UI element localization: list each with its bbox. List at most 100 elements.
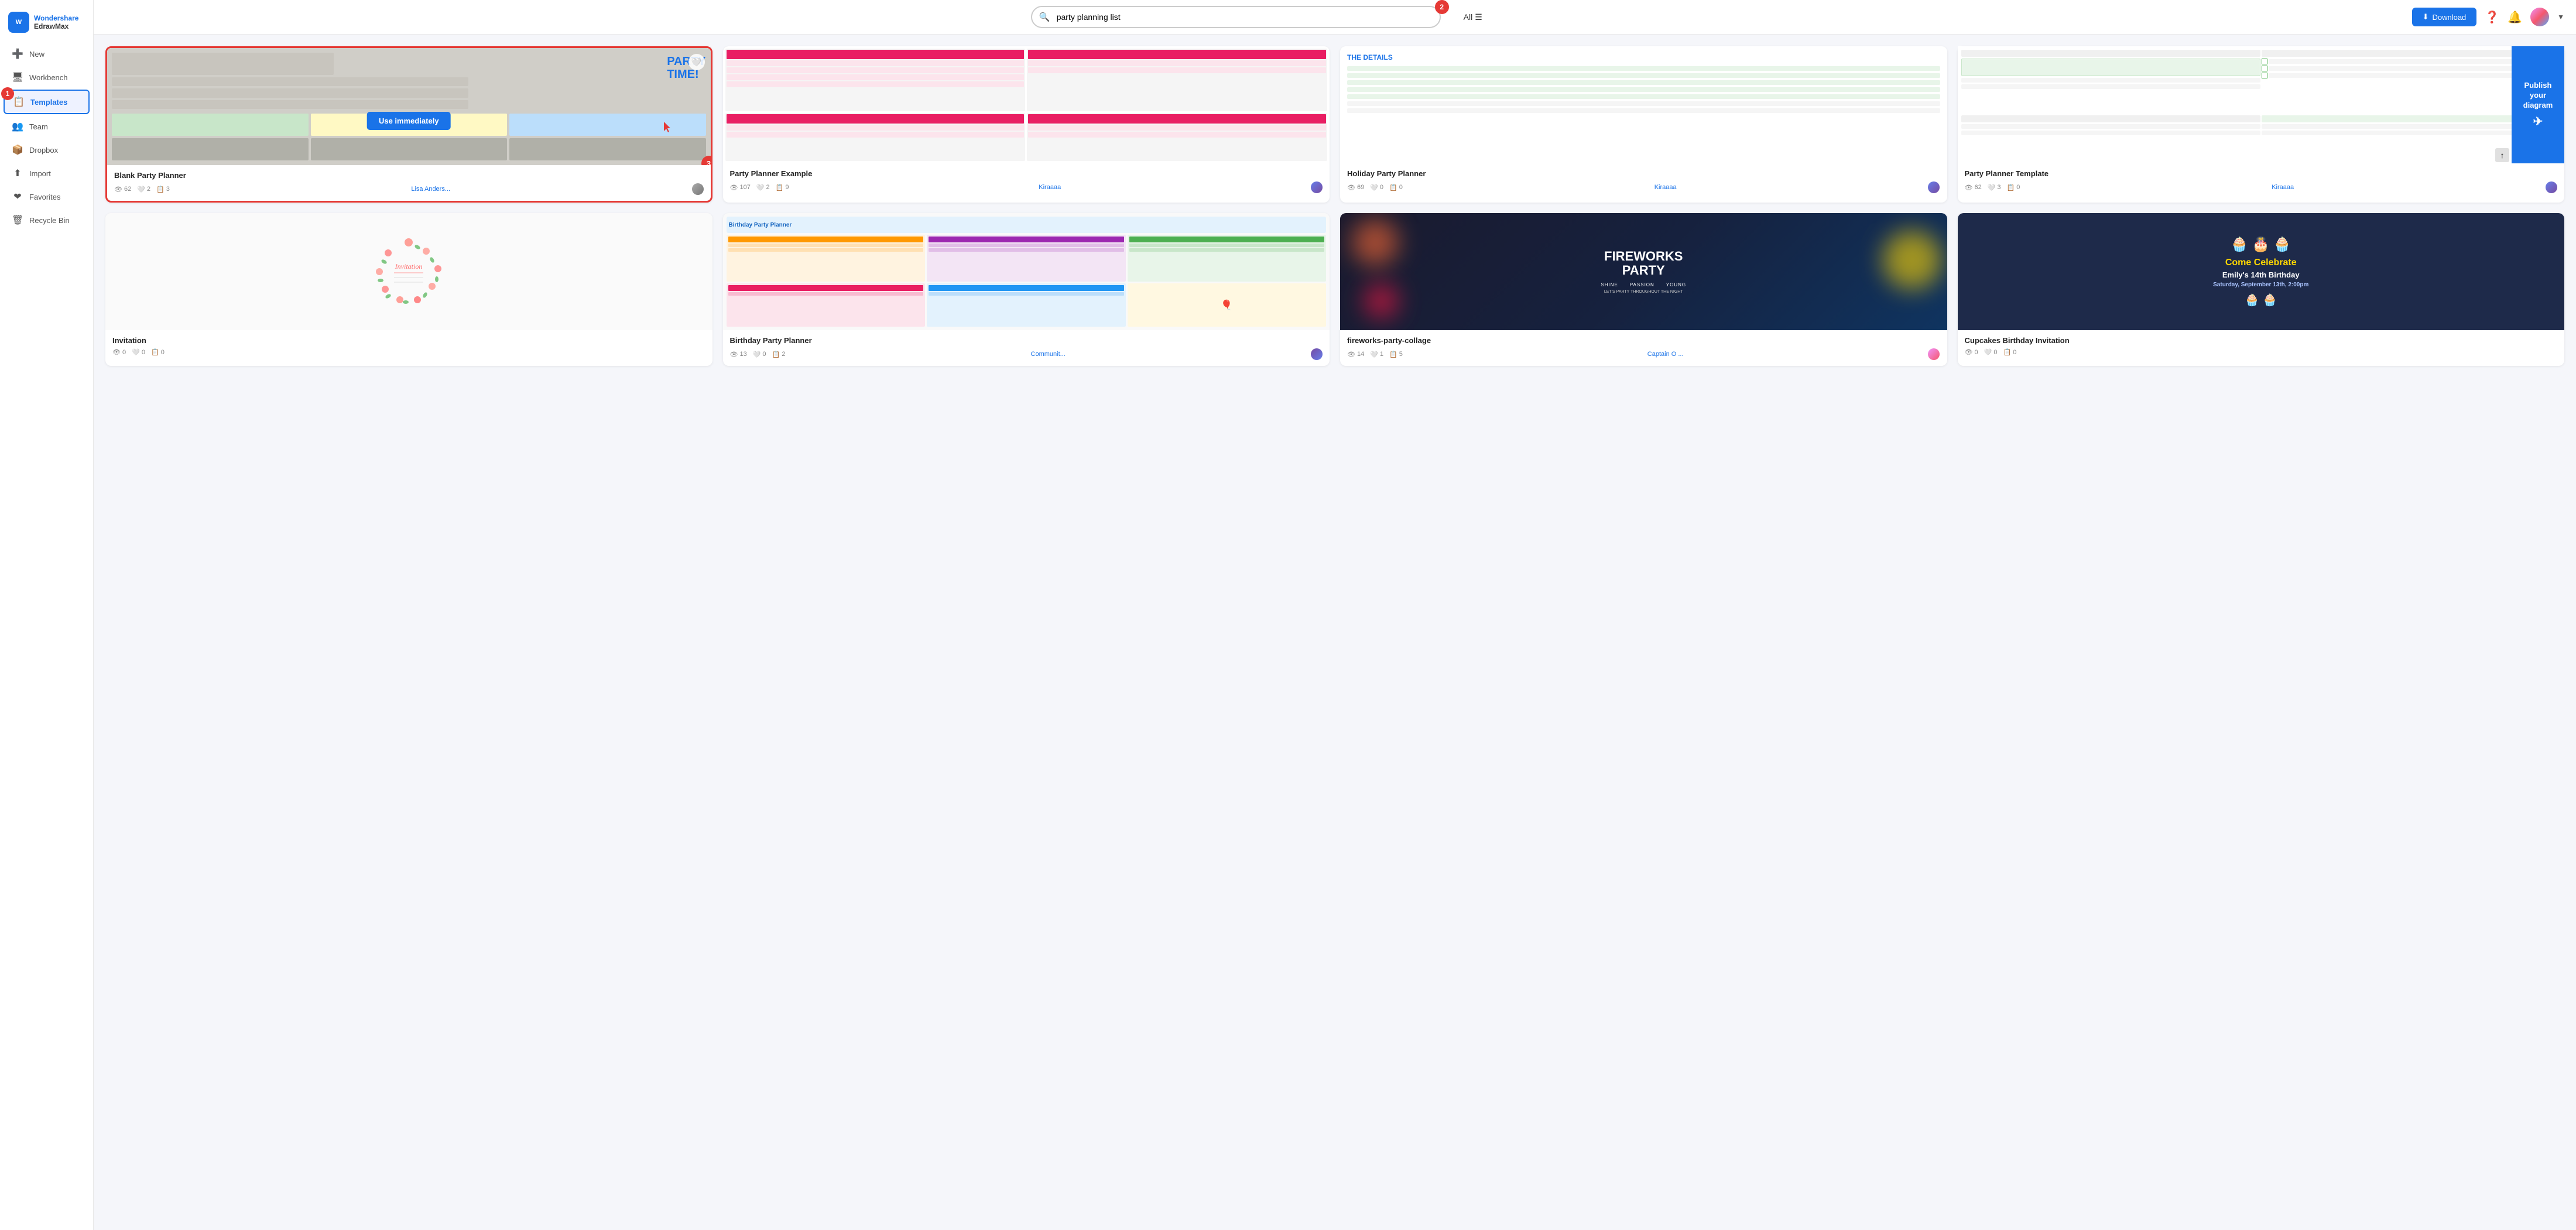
views-count: 👁 69 [1347, 184, 1364, 191]
card-info: Party Planner Template 👁 62 🤍 3 📋 0 Kira… [1958, 163, 2565, 199]
card-title: Birthday Party Planner [730, 336, 1323, 345]
sidebar-item-dropbox[interactable]: 📦 Dropbox [4, 139, 90, 161]
views-count: 👁 107 [730, 184, 751, 191]
publish-overlay[interactable]: Publish your diagram ✈ [2512, 46, 2564, 163]
copies-count: 📋 9 [776, 184, 789, 191]
template-card-blank-party-planner[interactable]: PARTYTIME! 🤍 Use immediately 3 Blank Par… [105, 46, 712, 203]
party-example-preview [723, 46, 1330, 163]
sidebar-item-recycle[interactable]: 🗑 Recycle Bin [4, 209, 90, 231]
sidebar-item-team[interactable]: 👥 Team [4, 115, 90, 138]
author-avatar [1928, 348, 1940, 360]
card-title: Cupcakes Birthday Invitation [1965, 336, 2558, 345]
likes-count: 🤍 0 [1984, 348, 1998, 356]
card-info: Cupcakes Birthday Invitation 👁 0 🤍 0 📋 0 [1958, 330, 2565, 362]
card-meta: 👁 69 🤍 0 📋 0 Kiraaaa [1347, 181, 1940, 193]
template-card-holiday-party-planner[interactable]: THE DETAILS Holiday Party Planner 👁 69 🤍… [1340, 46, 1947, 203]
views-count: 👁 14 [1347, 351, 1364, 358]
copies-count: 📋 0 [1389, 184, 1403, 191]
filter-menu-icon: ☰ [1475, 12, 1482, 22]
card-info: Birthday Party Planner 👁 13 🤍 0 📋 2 Comm… [723, 330, 1330, 366]
author-name: Lisa Anders... [411, 186, 450, 193]
sidebar-item-workbench[interactable]: 🖥 Workbench [4, 66, 90, 88]
copies-count: 📋 2 [772, 351, 786, 358]
download-button[interactable]: ⬇ Download [2412, 8, 2477, 26]
main-content: 🔍 2 All ☰ ⬇ Download ❓ 🔔 ▼ [94, 0, 2576, 1230]
sidebar-item-favorites[interactable]: ❤ Favorites [4, 186, 90, 208]
template-card-invitation[interactable]: Invitation Invitation 👁 0 🤍 0 📋 0 [105, 213, 712, 366]
templates-badge: 1 [1, 87, 14, 100]
card-info: Blank Party Planner 👁 62 🤍 2 📋 3 Lisa An… [107, 165, 711, 201]
cupcake-preview: 🧁 🎂 🧁 Come Celebrate Emily's 14th Birthd… [1958, 213, 2565, 330]
views-count: 👁 0 [112, 348, 126, 356]
author-name: Communit... [1031, 351, 1066, 358]
search-wrapper: 🔍 2 [1031, 6, 1441, 28]
copies-count: 📋 3 [156, 186, 170, 193]
copies-count: 📋 0 [2007, 184, 2020, 191]
sidebar-item-new[interactable]: ➕ New [4, 43, 90, 65]
search-icon: 🔍 [1039, 12, 1050, 22]
sidebar-item-import[interactable]: ⬆ Import [4, 162, 90, 184]
cupcake-date: Saturday, September 13th, 2:00pm [2213, 282, 2308, 288]
cursor-indicator [664, 122, 676, 133]
scroll-top-button[interactable]: ↑ [2495, 148, 2509, 162]
card-thumbnail: Invitation [105, 213, 712, 330]
author-avatar [1311, 348, 1323, 360]
card-meta: 👁 0 🤍 0 📋 0 [112, 348, 705, 356]
user-avatar[interactable] [2530, 8, 2549, 26]
copies-count: 📋 0 [151, 348, 165, 356]
flower-wreath-svg: Invitation [374, 237, 444, 307]
fireworks-title-text: FIREWORKSPARTY [1604, 249, 1683, 277]
likes-count: 🤍 0 [753, 351, 766, 358]
app-logo-text: Wondershare EdrawMax [34, 14, 78, 31]
templates-icon: 📋 [13, 96, 25, 108]
logo-area: W Wondershare EdrawMax [0, 7, 93, 42]
template-card-party-planner-template[interactable]: Publish your diagram ✈ ↑ Party Planner T… [1958, 46, 2565, 203]
card-title: Holiday Party Planner [1347, 169, 1940, 178]
app-logo-icon: W [8, 12, 29, 33]
author-name: Captain O ... [1647, 351, 1684, 358]
card-info: Invitation 👁 0 🤍 0 📋 0 [105, 330, 712, 362]
author-name: Kiraaaa [1039, 184, 1061, 191]
card-info: Holiday Party Planner 👁 69 🤍 0 📋 0 Kiraa… [1340, 163, 1947, 199]
new-icon: ➕ [12, 48, 23, 60]
topbar: 🔍 2 All ☰ ⬇ Download ❓ 🔔 ▼ [94, 0, 2576, 35]
sidebar-item-templates[interactable]: 1 📋 Templates [4, 90, 90, 114]
template-card-party-planner-example[interactable]: Party Planner Example 👁 107 🤍 2 📋 9 Kira… [723, 46, 1330, 203]
download-icon: ⬇ [2423, 12, 2429, 22]
card-thumbnail: FIREWORKSPARTY SHINEPASSIONYOUNG LET'S P… [1340, 213, 1947, 330]
views-count: 👁 62 [114, 186, 131, 193]
help-icon[interactable]: ❓ [2485, 10, 2499, 25]
card-thumbnail: Publish your diagram ✈ ↑ [1958, 46, 2565, 163]
dropbox-icon: 📦 [12, 144, 23, 156]
favorite-heart-icon[interactable]: 🤍 [688, 54, 705, 70]
likes-count: 🤍 2 [137, 186, 150, 193]
topbar-right: ⬇ Download ❓ 🔔 ▼ [2412, 8, 2564, 26]
template-preview [1958, 46, 2565, 163]
card-info: Party Planner Example 👁 107 🤍 2 📋 9 Kira… [723, 163, 1330, 199]
author-avatar [1311, 181, 1323, 193]
template-card-cupcakes-birthday[interactable]: 🧁 🎂 🧁 Come Celebrate Emily's 14th Birthd… [1958, 213, 2565, 366]
author-avatar [1928, 181, 1940, 193]
filter-all[interactable]: All ☰ [1458, 9, 1488, 26]
search-input[interactable] [1031, 6, 1441, 28]
sidebar: W Wondershare EdrawMax ➕ New 🖥 Workbench… [0, 0, 94, 1230]
likes-count: 🤍 0 [1370, 184, 1383, 191]
author-name: Kiraaaa [1654, 184, 1677, 191]
avatar-chevron-icon[interactable]: ▼ [2557, 13, 2564, 21]
favorites-icon: ❤ [12, 191, 23, 203]
template-card-fireworks-party-collage[interactable]: FIREWORKSPARTY SHINEPASSIONYOUNG LET'S P… [1340, 213, 1947, 366]
card-meta: 👁 107 🤍 2 📋 9 Kiraaaa [730, 181, 1323, 193]
card-title: Blank Party Planner [114, 171, 704, 180]
card-thumbnail: 🧁 🎂 🧁 Come Celebrate Emily's 14th Birthd… [1958, 213, 2565, 330]
template-card-birthday-party-planner[interactable]: Birthday Party Planner [723, 213, 1330, 366]
notification-icon[interactable]: 🔔 [2508, 10, 2522, 25]
author-avatar [692, 183, 704, 195]
card-meta: 👁 14 🤍 1 📋 5 Captain O ... [1347, 348, 1940, 360]
recycle-icon: 🗑 [12, 214, 23, 226]
card-title: Party Planner Example [730, 169, 1323, 178]
author-name: Kiraaaa [2272, 184, 2294, 191]
holiday-preview: THE DETAILS [1340, 46, 1947, 163]
party-planner-preview: PARTYTIME! [107, 48, 711, 165]
card-meta: 👁 62 🤍 3 📋 0 Kiraaaa [1965, 181, 2558, 193]
author-avatar [2546, 181, 2557, 193]
